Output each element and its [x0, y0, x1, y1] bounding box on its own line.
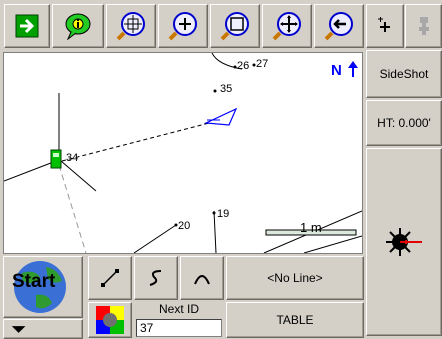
instrument-icon: [50, 149, 62, 169]
arc-icon: [194, 275, 210, 285]
target-triangle: [203, 107, 238, 126]
straight-line-icon: [101, 269, 119, 287]
table-label: TABLE: [276, 313, 314, 327]
zoom-all-button[interactable]: [262, 4, 312, 48]
next-id-panel: Next ID 37: [134, 300, 224, 339]
green-info-bubble-icon: [65, 13, 91, 40]
add-point-icon: [378, 17, 390, 32]
line-pt19: [213, 210, 217, 253]
map-drawing: N 26 27 35 34 20 19 1 m: [4, 53, 362, 253]
line-bottom-a: [133, 224, 177, 253]
point-label-26: 26: [237, 60, 249, 72]
point-label-27: 27: [256, 58, 268, 70]
sideshot-label: SideShot: [379, 67, 429, 81]
point-label-20: 20: [178, 220, 190, 232]
color-button[interactable]: [88, 302, 132, 338]
line-left: [4, 160, 57, 182]
zoom-in-icon: [168, 12, 197, 41]
zoom-previous-button[interactable]: [314, 4, 364, 48]
laser-target-button[interactable]: [366, 148, 442, 336]
info-button[interactable]: [52, 4, 104, 48]
height-label: HT: 0.000': [377, 116, 431, 130]
add-point-button[interactable]: [366, 4, 404, 48]
next-id-field[interactable]: 37: [136, 319, 222, 337]
zoom-extents-button[interactable]: [106, 4, 156, 48]
point-label-19: 19: [217, 208, 229, 220]
zoom-previous-icon: [324, 12, 353, 41]
zoom-all-icon: [272, 12, 301, 41]
zoom-in-button[interactable]: [158, 4, 208, 48]
sideshot-button[interactable]: SideShot: [366, 50, 442, 98]
rod-icon: [418, 17, 429, 35]
no-line-label: <No Line>: [267, 271, 323, 285]
dropdown-button[interactable]: [3, 319, 83, 339]
table-button[interactable]: TABLE: [226, 302, 364, 338]
zoom-extents-icon: [116, 12, 145, 41]
point-label-35: 35: [220, 83, 232, 95]
arc-button[interactable]: [180, 256, 224, 300]
line-type-button[interactable]: <No Line>: [226, 256, 364, 300]
line-bottom-c: [303, 235, 362, 253]
zoom-window-button[interactable]: [210, 4, 260, 48]
start-label: Start: [12, 271, 56, 292]
green-arrow-right-icon: [15, 14, 39, 38]
rod-button[interactable]: [405, 4, 442, 48]
next-id-value: 37: [140, 321, 154, 335]
north-label: N: [331, 62, 342, 79]
spline-button[interactable]: [134, 256, 178, 300]
next-id-label: Next ID: [158, 302, 199, 316]
height-button[interactable]: HT: 0.000': [366, 100, 442, 146]
sight-line: [61, 122, 210, 162]
north-arrow-icon: [348, 61, 358, 77]
straight-line-button[interactable]: [88, 256, 132, 300]
laser-target-icon: [386, 228, 422, 256]
point-label-34: 34: [66, 152, 78, 164]
dropdown-arrow-icon: [11, 326, 26, 333]
dashed-ray: [58, 164, 87, 253]
line-right: [60, 160, 97, 192]
exit-button[interactable]: [4, 4, 50, 48]
zoom-window-icon: [220, 12, 249, 41]
scale-label: 1 m: [300, 220, 322, 235]
start-button[interactable]: Start: [3, 256, 83, 318]
color-palette-icon: [96, 306, 124, 334]
spline-curve-icon: [149, 270, 162, 286]
map-canvas[interactable]: N 26 27 35 34 20 19 1 m: [3, 52, 363, 254]
